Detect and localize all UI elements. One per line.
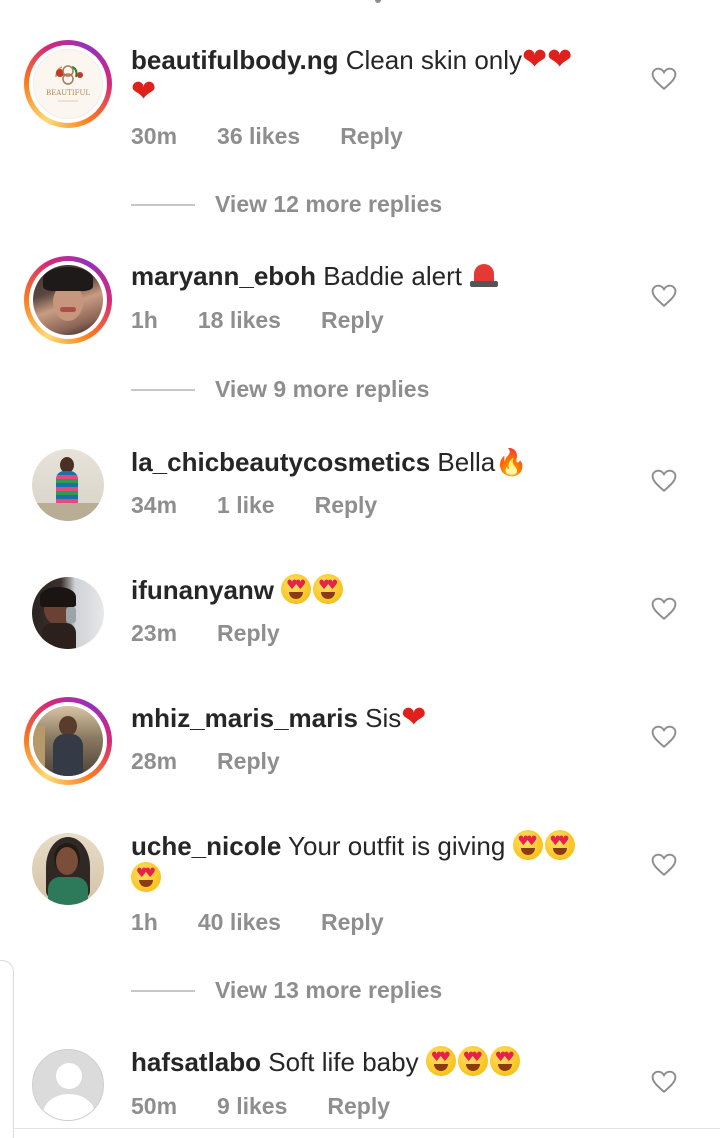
username[interactable]: uche_nicole — [131, 831, 281, 861]
comment-text: Baddie alert — [323, 261, 462, 291]
heart-outline-icon[interactable] — [651, 1069, 677, 1095]
comment-time: 1h — [131, 909, 158, 935]
reply-button[interactable]: Reply — [340, 123, 403, 150]
view-replies-label: View 12 more replies — [215, 191, 443, 217]
avatar[interactable]: BEAUTIFUL — [24, 40, 112, 128]
username[interactable]: beautifulbody.ng — [131, 45, 339, 75]
comment-time: 34m — [131, 492, 178, 518]
comment-time: 1h — [131, 307, 158, 333]
emoji-reaction — [281, 574, 345, 605]
likes-count[interactable]: 36 likes — [217, 123, 300, 150]
likes-count[interactable]: 18 likes — [198, 307, 281, 334]
reply-button[interactable]: Reply — [321, 307, 384, 334]
avatar[interactable] — [24, 697, 112, 785]
avatar[interactable] — [24, 569, 112, 657]
comment-time: 50m — [131, 1093, 178, 1119]
avatar[interactable] — [24, 825, 112, 913]
likes-count[interactable]: 40 likes — [198, 909, 281, 936]
view-replies-label: View 9 more replies — [215, 376, 430, 402]
comment-text: Clean skin only — [345, 45, 523, 75]
reply-button[interactable]: Reply — [327, 1093, 390, 1120]
avatar[interactable] — [24, 1041, 112, 1129]
comment-text: Soft life baby — [268, 1047, 419, 1077]
comment-time: 28m — [131, 748, 178, 774]
username[interactable]: hafsatlabo — [131, 1047, 261, 1077]
divider — [131, 989, 195, 992]
likes-count[interactable]: 1 like — [217, 492, 275, 519]
view-replies-label: View 13 more replies — [215, 977, 443, 1003]
heart-emoji: ❤ — [401, 700, 427, 735]
heart-outline-icon[interactable] — [651, 66, 677, 92]
comment-text: Bella — [437, 447, 496, 477]
username[interactable]: ifunanyanw — [131, 575, 274, 605]
reply-button[interactable]: Reply — [321, 909, 384, 936]
bottom-divider — [14, 1128, 720, 1129]
heart-outline-icon[interactable] — [651, 596, 677, 622]
comment-text: Sis — [365, 703, 402, 733]
reply-button[interactable]: Reply — [315, 492, 378, 519]
divider — [131, 203, 195, 206]
comment-time: 23m — [131, 620, 178, 646]
divider — [131, 388, 195, 391]
avatar[interactable] — [24, 441, 112, 529]
view-replies-button[interactable]: View 13 more replies — [131, 977, 442, 1004]
view-replies-button[interactable]: View 9 more replies — [131, 376, 429, 403]
fire-emoji: 🔥 — [495, 448, 528, 478]
avatar[interactable] — [24, 256, 112, 344]
comment-text: Your outfit is giving — [288, 831, 506, 861]
heart-outline-icon[interactable] — [651, 468, 677, 494]
heart-outline-icon[interactable] — [651, 724, 677, 750]
heart-outline-icon[interactable] — [651, 283, 677, 309]
siren-emoji — [469, 262, 499, 288]
emoji-reaction — [425, 1046, 522, 1077]
panel-edge — [0, 960, 14, 1138]
scroll-indicator — [375, 0, 381, 3]
view-replies-button[interactable]: View 12 more replies — [131, 191, 442, 218]
username[interactable]: mhiz_maris_maris — [131, 703, 358, 733]
default-avatar-icon — [56, 1063, 82, 1089]
comments-screen: BEAUTIFUL beautifulbody.ng Clean skin on… — [0, 0, 720, 1138]
username[interactable]: maryann_eboh — [131, 261, 316, 291]
reply-button[interactable]: Reply — [217, 748, 280, 775]
heart-outline-icon[interactable] — [651, 852, 677, 878]
username[interactable]: la_chicbeautycosmetics — [131, 447, 430, 477]
svg-text:BEAUTIFUL: BEAUTIFUL — [46, 89, 90, 97]
likes-count[interactable]: 9 likes — [217, 1093, 287, 1120]
comment-time: 30m — [131, 123, 178, 149]
reply-button[interactable]: Reply — [217, 620, 280, 647]
brand-logo-icon: BEAUTIFUL — [46, 65, 90, 102]
